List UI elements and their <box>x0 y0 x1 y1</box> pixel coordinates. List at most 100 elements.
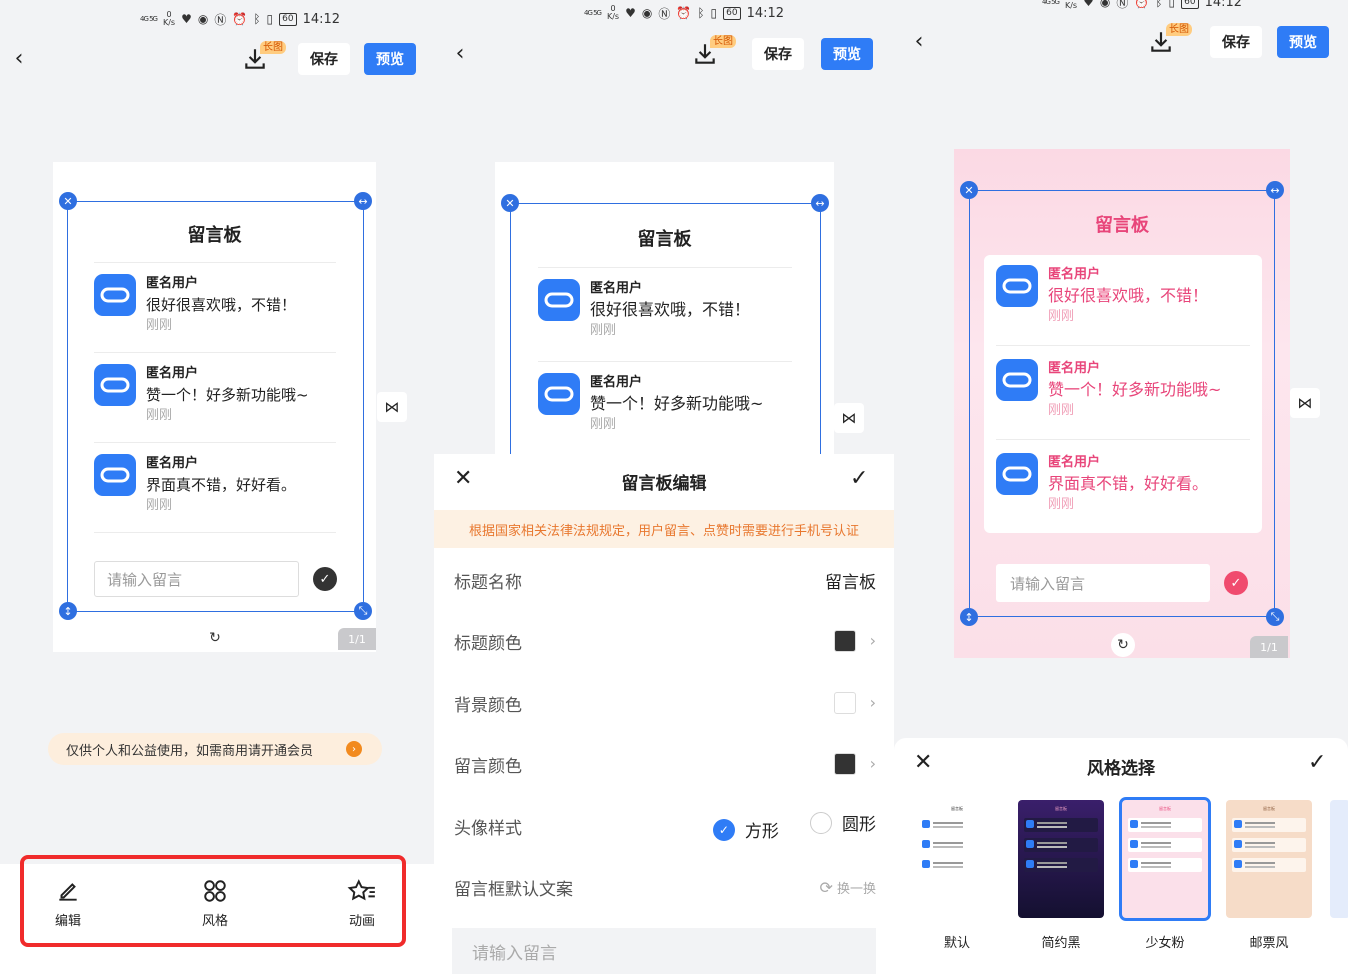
network-speed: 0K/s <box>162 10 176 27</box>
avatar-icon <box>94 364 136 406</box>
nfc-icon: Ⓝ <box>1116 0 1129 10</box>
page-indicator: 1/1 <box>1250 636 1288 658</box>
flip-icon[interactable]: ⋈ <box>1290 388 1320 418</box>
swap-button[interactable]: ⟳ 换一换 <box>819 878 876 897</box>
board-card-pink[interactable]: ✕ ↔ ↕ ⤡ 留言板 匿名用户 很好很喜欢哦，不错！ 刚刚 匿名用户 赞一个！… <box>954 149 1290 658</box>
message-item: 匿名用户 界面真不错，好好看。 刚刚 <box>996 453 1208 515</box>
network-speed: 0K/s <box>606 4 620 21</box>
message-color-row[interactable]: 留言颜色 › <box>454 744 876 784</box>
thumb-title: 留言板 <box>951 806 963 811</box>
default-text-row: 留言框默认文案 ⟳ 换一换 <box>454 877 876 900</box>
delete-handle-icon[interactable]: ✕ <box>960 181 978 199</box>
avatar-icon <box>996 265 1038 307</box>
message-item: 匿名用户 很好很喜欢哦，不错！ 刚刚 <box>94 274 296 336</box>
flip-icon[interactable]: ⋈ <box>834 403 864 433</box>
board-title: 留言板 <box>637 229 692 250</box>
arrow-right-icon[interactable]: › <box>346 741 362 757</box>
divider <box>996 345 1250 346</box>
style-thumb-more[interactable] <box>1330 800 1348 918</box>
resize-horizontal-icon[interactable]: ↔ <box>354 192 372 210</box>
background-color-swatch[interactable] <box>833 692 856 714</box>
save-button[interactable]: 保存 <box>752 38 804 70</box>
battery-indicator: 60 <box>723 6 741 20</box>
message-item: 匿名用户 赞一个！好多新功能哦~ 刚刚 <box>538 373 763 435</box>
back-icon[interactable]: ‹ <box>9 46 29 71</box>
style-thumb-black[interactable]: 留言板 <box>1018 800 1104 918</box>
battery-indicator: 60 <box>1181 0 1199 9</box>
rotate-icon[interactable]: ↻ <box>1111 633 1135 657</box>
default-text-field[interactable]: 请输入留言 <box>452 928 876 974</box>
network-indicator: 4G 5G <box>140 14 158 23</box>
style-thumb-default[interactable]: 留言板 <box>914 800 1000 918</box>
board-card[interactable]: ✕ ↔ ↕ ⤡ 留言板 匿名用户 很好很喜欢哦，不错！ 刚刚 匿名用户 赞一个！… <box>53 162 376 652</box>
bluetooth-icon: ᛒ <box>253 12 261 26</box>
confirm-check-icon[interactable]: ✓ <box>1308 750 1326 775</box>
title-color-swatch[interactable] <box>833 630 856 652</box>
avatar-icon <box>996 453 1038 495</box>
delete-handle-icon[interactable]: ✕ <box>501 194 519 212</box>
divider <box>94 532 336 533</box>
eye-icon: ◉ <box>197 12 209 26</box>
message-item: 匿名用户 赞一个！好多新功能哦~ 刚刚 <box>94 364 309 426</box>
background-color-row[interactable]: 背景颜色 › <box>454 683 876 723</box>
style-thumb-stamp[interactable]: 留言板 <box>1226 800 1312 918</box>
submit-check-icon[interactable]: ✓ <box>313 567 337 591</box>
avatar-square-option[interactable]: ✓ 方形 <box>712 817 779 842</box>
vibrate-icon: ▯ <box>266 12 274 26</box>
radio-unchecked-icon <box>810 811 832 834</box>
alarm-icon: ⏰ <box>232 12 248 26</box>
avatar-icon <box>538 279 580 321</box>
message-input[interactable]: 请输入留言 <box>94 561 299 597</box>
save-button[interactable]: 保存 <box>1210 26 1262 58</box>
board-card[interactable]: ✕ ↔ 留言板 匿名用户 很好很喜欢哦，不错！ 刚刚 匿名用户 赞一个！好多新功… <box>495 162 834 483</box>
long-image-tag: 长图 <box>710 35 736 48</box>
preview-button[interactable]: 预览 <box>1277 26 1329 58</box>
back-icon[interactable]: ‹ <box>909 29 929 54</box>
resize-horizontal-icon[interactable]: ↔ <box>811 194 829 212</box>
clock: 14:12 <box>746 5 785 21</box>
title-name-value[interactable]: 留言板 <box>825 568 876 593</box>
title-name-row[interactable]: 标题名称 留言板 <box>454 560 876 600</box>
divider <box>996 439 1250 440</box>
avatar-icon <box>538 373 580 415</box>
divider <box>538 267 792 268</box>
message-item: 匿名用户 很好很喜欢哦，不错！ 刚刚 <box>996 265 1208 327</box>
editor-panel-2: 4G 5G 0 K/s ♥ ◉ Ⓝ ⏰ ᛒ ▯ 60 14:12 ‹ 长图 保存 … <box>434 0 894 974</box>
status-bar: 4G 5G 0K/s ♥ ◉ Ⓝ ⏰ ᛒ ▯ 60 14:12 <box>140 9 340 29</box>
long-image-tag: 长图 <box>260 41 286 54</box>
message-item: 匿名用户 界面真不错，好好看。 刚刚 <box>94 454 296 516</box>
rotate-icon[interactable]: ↻ <box>203 626 227 650</box>
delete-handle-icon[interactable]: ✕ <box>59 192 77 210</box>
eye-icon: ◉ <box>1099 0 1111 9</box>
preview-button[interactable]: 预览 <box>821 38 873 70</box>
resize-diagonal-icon[interactable]: ⤡ <box>1266 608 1284 626</box>
board-edit-sheet: ✕ 留言板编辑 ✓ 根据国家相关法律法规规定，用户留言、点赞时需要进行手机号认证… <box>434 454 894 974</box>
preview-button[interactable]: 预览 <box>364 43 416 75</box>
style-select-sheet: ✕ 风格选择 ✓ 留言板 留言板 留言板 留言板 默认 简约黑 少女粉 邮票风 <box>894 738 1348 974</box>
style-label-pink: 少女粉 <box>1145 936 1185 951</box>
network-indicator: 4G 5G <box>584 8 602 17</box>
message-color-swatch[interactable] <box>833 753 856 775</box>
message-input[interactable]: 请输入留言 <box>996 564 1210 602</box>
divider <box>94 442 336 443</box>
resize-vertical-icon[interactable]: ↕ <box>59 602 77 620</box>
commercial-notice[interactable]: 仅供个人和公益使用，如需商用请开通会员 › <box>48 733 382 765</box>
avatar-icon <box>996 359 1038 401</box>
style-thumb-pink[interactable]: 留言板 <box>1119 797 1211 921</box>
message-item: 匿名用户 赞一个！好多新功能哦~ 刚刚 <box>996 359 1221 421</box>
chevron-right-icon: › <box>869 630 876 650</box>
back-icon[interactable]: ‹ <box>450 41 470 66</box>
bluetooth-icon: ᛒ <box>697 6 705 20</box>
resize-diagonal-icon[interactable]: ⤡ <box>354 602 372 620</box>
flip-icon[interactable]: ⋈ <box>377 392 407 422</box>
confirm-check-icon[interactable]: ✓ <box>850 466 868 491</box>
board-title: 留言板 <box>187 225 242 246</box>
alarm-icon: ⏰ <box>676 6 692 20</box>
nfc-icon: Ⓝ <box>214 12 227 27</box>
resize-horizontal-icon[interactable]: ↔ <box>1266 181 1284 199</box>
submit-check-icon[interactable]: ✓ <box>1224 571 1248 595</box>
resize-vertical-icon[interactable]: ↕ <box>960 608 978 626</box>
save-button[interactable]: 保存 <box>298 43 350 75</box>
avatar-round-option[interactable]: 圆形 <box>810 810 876 835</box>
title-color-row[interactable]: 标题颜色 › <box>454 621 876 661</box>
